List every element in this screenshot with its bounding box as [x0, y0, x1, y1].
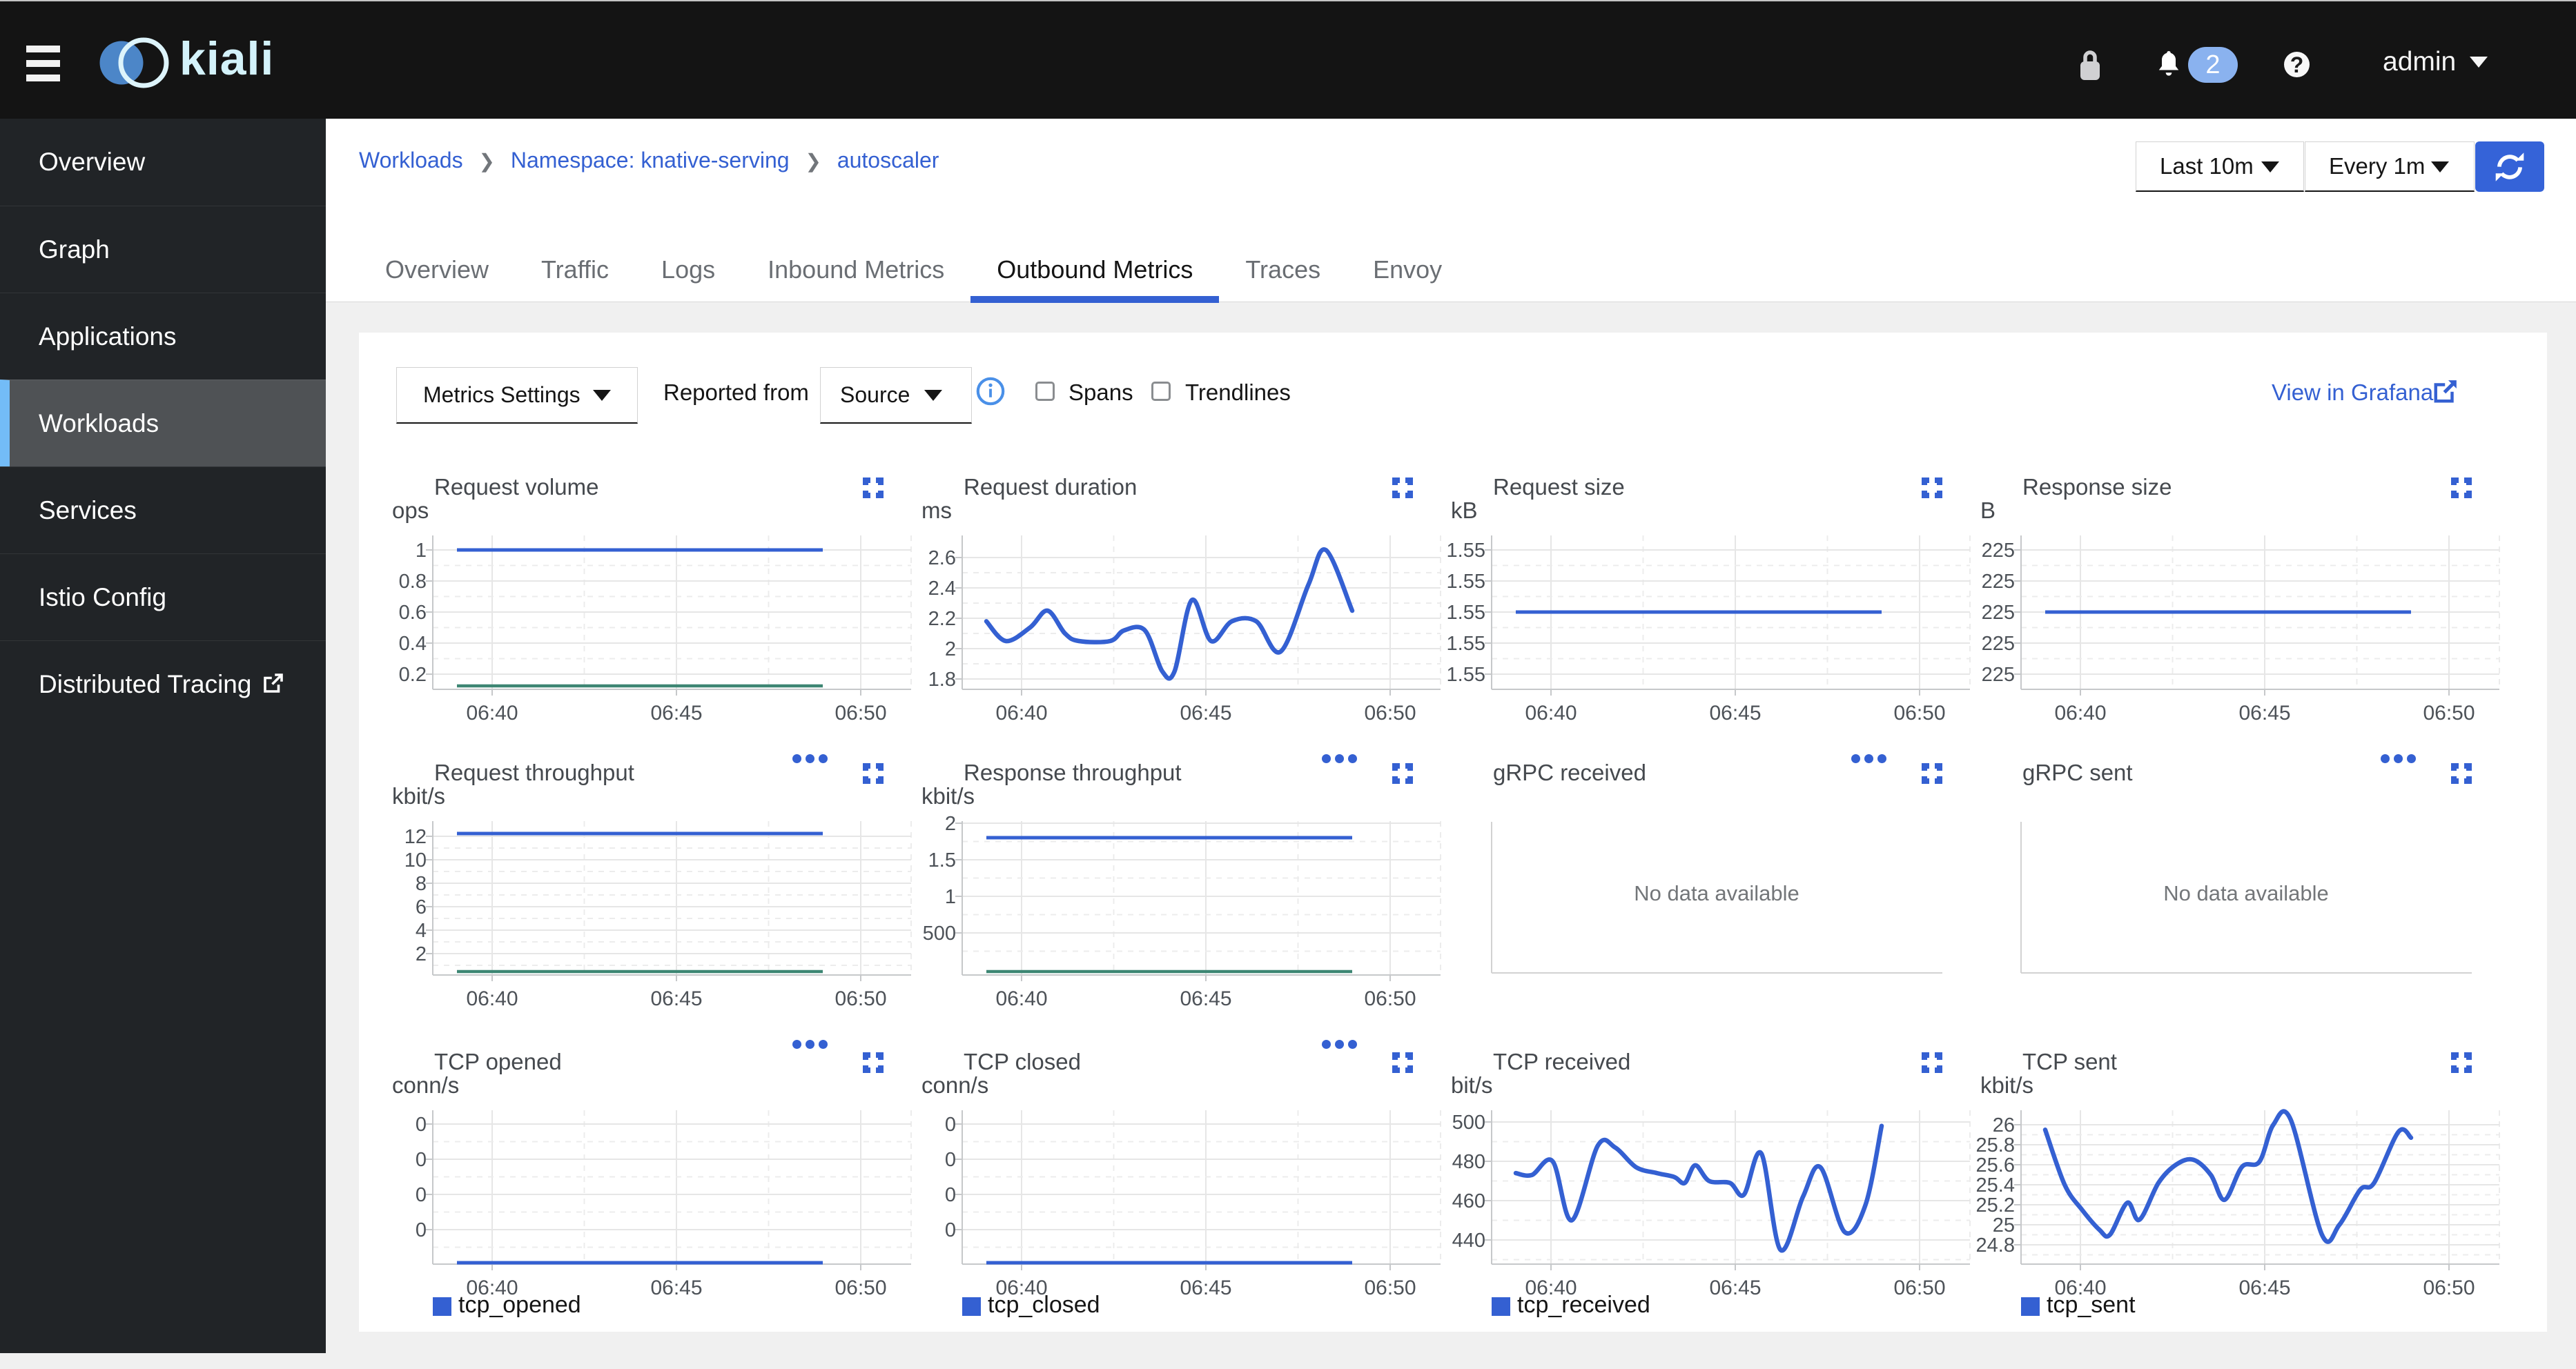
svg-text:06:45: 06:45: [650, 987, 702, 1010]
svg-text:0: 0: [945, 1114, 956, 1136]
svg-text:25.8: 25.8: [1976, 1134, 2015, 1156]
svg-text:1.55: 1.55: [1447, 664, 1485, 686]
svg-text:06:50: 06:50: [835, 702, 886, 725]
svg-text:06:50: 06:50: [1364, 987, 1416, 1010]
svg-text:0.2: 0.2: [399, 664, 427, 686]
svg-text:0: 0: [416, 1219, 427, 1241]
svg-text:1: 1: [945, 886, 956, 908]
svg-text:0: 0: [945, 1184, 956, 1206]
svg-text:440: 440: [1452, 1230, 1485, 1252]
svg-text:500: 500: [1452, 1112, 1485, 1134]
svg-text:1.55: 1.55: [1447, 633, 1485, 655]
svg-text:25.2: 25.2: [1976, 1194, 2015, 1217]
svg-text:26: 26: [1993, 1114, 2015, 1136]
svg-text:06:40: 06:40: [995, 702, 1047, 725]
svg-text:8: 8: [416, 873, 427, 895]
svg-text:06:40: 06:40: [2054, 702, 2106, 725]
svg-text:06:45: 06:45: [1180, 1277, 1231, 1299]
svg-text:0: 0: [416, 1114, 427, 1136]
svg-text:0.8: 0.8: [399, 571, 427, 593]
svg-text:No data available: No data available: [1634, 881, 1799, 905]
svg-text:06:45: 06:45: [1709, 702, 1761, 725]
svg-text:10: 10: [404, 849, 427, 871]
svg-text:0: 0: [416, 1184, 427, 1206]
svg-text:225: 225: [1982, 664, 2015, 686]
svg-text:06:50: 06:50: [835, 987, 886, 1010]
svg-text:0: 0: [945, 1219, 956, 1241]
svg-text:06:50: 06:50: [2423, 702, 2475, 725]
svg-text:06:45: 06:45: [1180, 987, 1231, 1010]
svg-text:2.6: 2.6: [928, 547, 956, 569]
svg-text:25.6: 25.6: [1976, 1154, 2015, 1176]
svg-text:06:45: 06:45: [2238, 1277, 2290, 1299]
svg-text:06:40: 06:40: [466, 702, 518, 725]
svg-text:25: 25: [1993, 1214, 2015, 1237]
svg-text:1: 1: [416, 540, 427, 562]
svg-text:225: 225: [1982, 602, 2015, 624]
svg-text:1.55: 1.55: [1447, 602, 1485, 624]
svg-text:25.4: 25.4: [1976, 1174, 2015, 1196]
svg-text:1.5: 1.5: [928, 849, 956, 871]
svg-text:06:45: 06:45: [650, 1277, 702, 1299]
svg-text:06:45: 06:45: [1709, 1277, 1761, 1299]
svg-text:06:50: 06:50: [1893, 1277, 1945, 1299]
svg-text:225: 225: [1982, 633, 2015, 655]
svg-text:06:50: 06:50: [2423, 1277, 2475, 1299]
svg-text:460: 460: [1452, 1190, 1485, 1212]
svg-text:0.4: 0.4: [399, 633, 427, 655]
svg-text:0: 0: [945, 1149, 956, 1171]
svg-text:500: 500: [923, 923, 956, 945]
svg-text:06:40: 06:40: [1525, 702, 1577, 725]
svg-text:2: 2: [945, 638, 956, 660]
svg-text:4: 4: [416, 920, 427, 942]
svg-text:0: 0: [416, 1149, 427, 1171]
svg-text:06:50: 06:50: [1364, 1277, 1416, 1299]
svg-text:06:50: 06:50: [1893, 702, 1945, 725]
svg-text:No data available: No data available: [2163, 881, 2329, 905]
svg-text:1.55: 1.55: [1447, 571, 1485, 593]
svg-text:225: 225: [1982, 571, 2015, 593]
svg-text:12: 12: [404, 826, 427, 848]
svg-text:480: 480: [1452, 1151, 1485, 1173]
svg-text:6: 6: [416, 896, 427, 918]
svg-text:1.55: 1.55: [1447, 540, 1485, 562]
svg-text:06:45: 06:45: [1180, 702, 1231, 725]
svg-text:2.2: 2.2: [928, 608, 956, 630]
svg-text:0.6: 0.6: [399, 602, 427, 624]
svg-text:06:40: 06:40: [466, 987, 518, 1010]
svg-text:06:45: 06:45: [2238, 702, 2290, 725]
svg-text:1.8: 1.8: [928, 669, 956, 691]
svg-text:06:45: 06:45: [650, 702, 702, 725]
svg-text:06:50: 06:50: [1364, 702, 1416, 725]
svg-text:2: 2: [945, 813, 956, 835]
svg-text:2.4: 2.4: [928, 578, 956, 600]
svg-text:225: 225: [1982, 540, 2015, 562]
svg-text:24.8: 24.8: [1976, 1234, 2015, 1257]
svg-text:2: 2: [416, 943, 427, 965]
svg-text:06:50: 06:50: [835, 1277, 886, 1299]
svg-text:06:40: 06:40: [995, 987, 1047, 1010]
